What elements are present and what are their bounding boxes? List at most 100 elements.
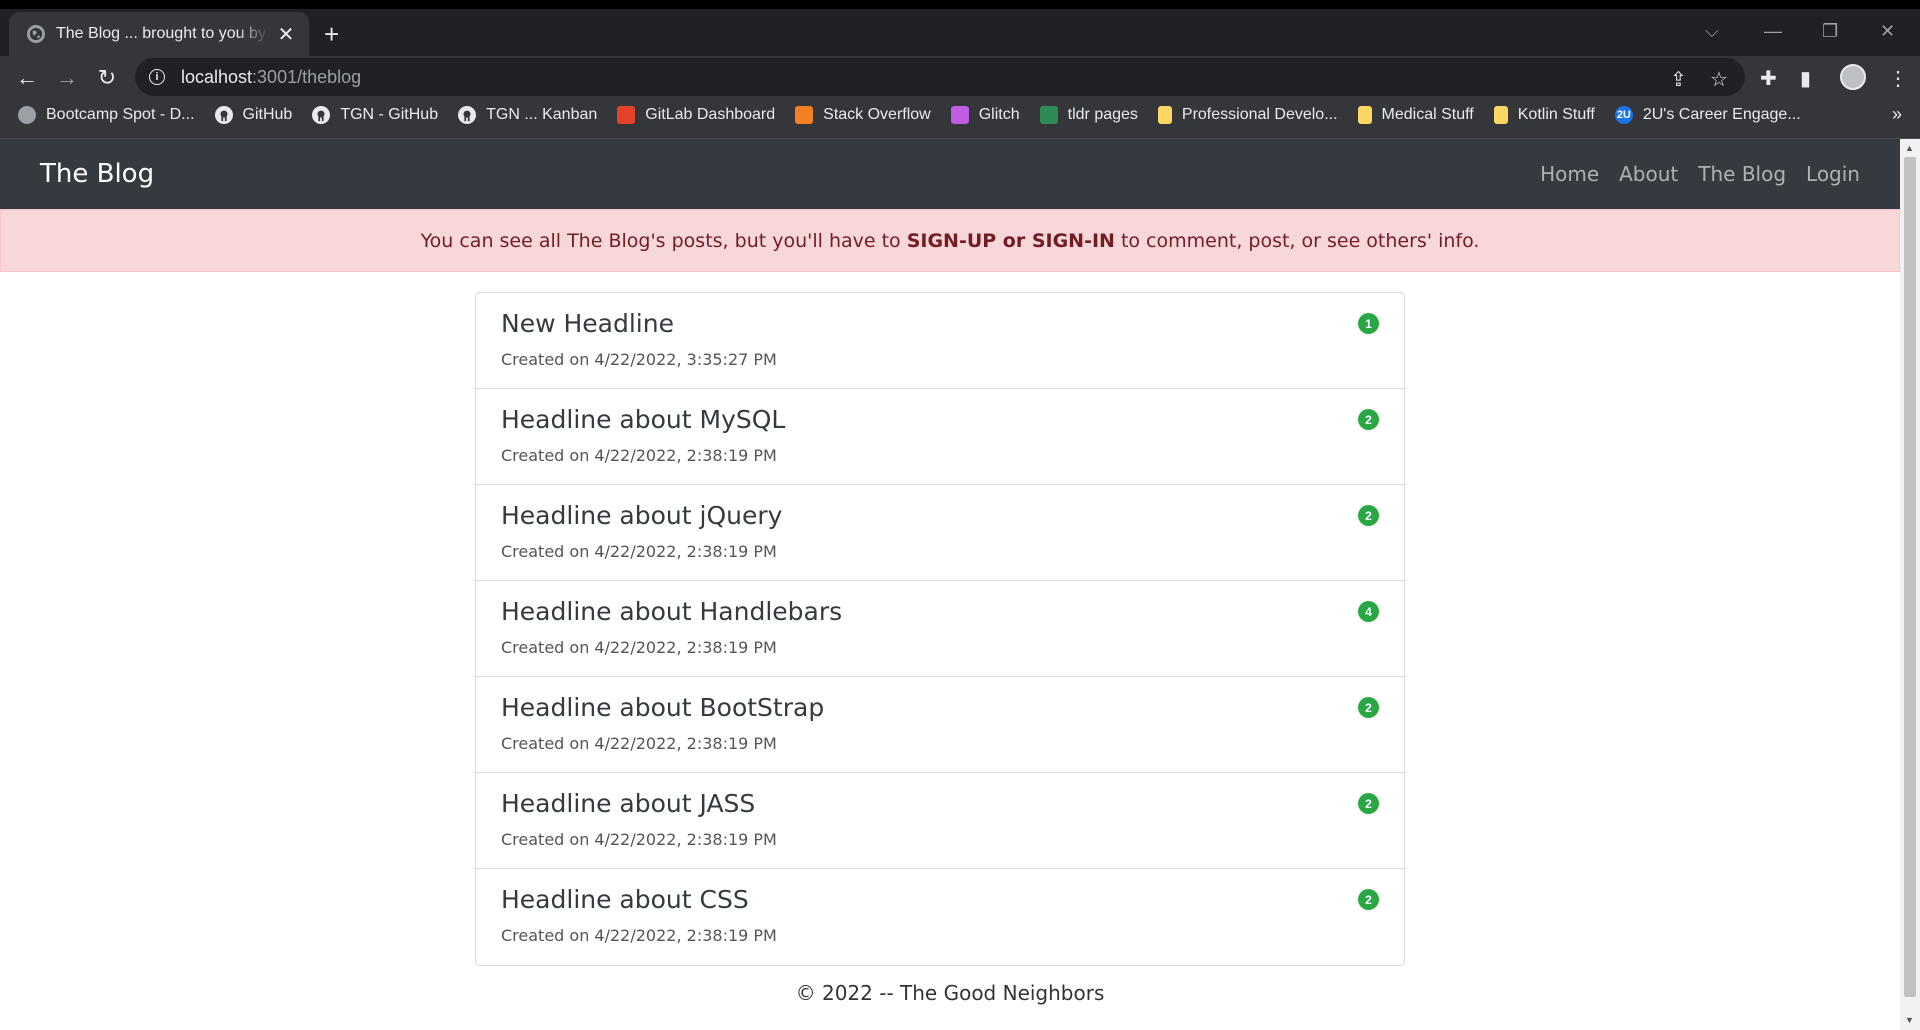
post-headline[interactable]: Headline about Handlebars: [501, 597, 1379, 626]
signin-alert: You can see all The Blog's posts, but yo…: [0, 209, 1900, 272]
nav-about-link[interactable]: About: [1619, 162, 1678, 186]
comment-count-badge: 4: [1358, 601, 1379, 622]
bookmark-item[interactable]: TGN ... Kanban: [458, 106, 597, 124]
bookmark-label: Stack Overflow: [823, 106, 931, 123]
nav-login-link[interactable]: Login: [1806, 162, 1860, 186]
back-icon[interactable]: ←: [13, 64, 41, 92]
brand-link[interactable]: The Blog: [40, 159, 154, 189]
site-navbar: The Blog Home About The Blog Login: [0, 139, 1900, 209]
side-panel-icon[interactable]: ▮: [1800, 66, 1811, 91]
post-created-date: Created on 4/22/2022, 2:38:19 PM: [501, 734, 777, 753]
terminal-icon: [1039, 106, 1058, 124]
folder-icon: [1157, 106, 1172, 124]
post-list-item[interactable]: Headline about JASS Created on 4/22/2022,…: [476, 773, 1404, 869]
bookmark-item[interactable]: Glitch: [950, 106, 1020, 124]
browser-tab-strip: The Blog ... brought to you by the Good …: [0, 9, 1920, 56]
stackoverflow-icon: [795, 106, 814, 124]
browser-toolbar: ← → ↻ i localhost:3001/theblog ⇪ ☆ ✚ ▮ ⋮: [0, 56, 1920, 100]
browser-tab[interactable]: The Blog ... brought to you by the Good …: [9, 12, 309, 56]
bookmark-label: TGN - GitHub: [340, 106, 439, 123]
bookmark-label: Glitch: [978, 106, 1020, 123]
bookmark-label: 2U's Career Engage...: [1642, 106, 1801, 123]
scrollbar[interactable]: ▲ ▼: [1900, 139, 1920, 1030]
alert-text-before: You can see all The Blog's posts, but yo…: [420, 229, 901, 252]
post-created-date: Created on 4/22/2022, 2:38:19 PM: [501, 830, 777, 849]
bookmark-item[interactable]: Medical Stuff: [1357, 106, 1474, 124]
comment-count-badge: 2: [1358, 505, 1379, 526]
comment-count-badge: 2: [1358, 409, 1379, 430]
comment-count-badge: 1: [1358, 313, 1379, 334]
site-info-icon[interactable]: i: [149, 69, 165, 85]
post-headline[interactable]: Headline about JASS: [501, 789, 1379, 818]
bookmark-item[interactable]: Professional Develo...: [1157, 106, 1338, 124]
avatar[interactable]: [1840, 64, 1866, 90]
bookmark-label: Medical Stuff: [1381, 106, 1474, 123]
bookmark-item[interactable]: GitHub: [214, 106, 292, 124]
post-list-item[interactable]: Headline about jQuery Created on 4/22/202…: [476, 485, 1404, 581]
new-tab-icon[interactable]: +: [324, 21, 339, 47]
tab-title: The Blog ... brought to you by the Good …: [56, 25, 269, 42]
bookmark-item[interactable]: Stack Overflow: [795, 106, 931, 124]
reload-icon[interactable]: ↻: [93, 64, 121, 92]
post-list-item[interactable]: Headline about CSS Created on 4/22/2022, …: [476, 869, 1404, 965]
scrollbar-thumb[interactable]: [1904, 157, 1916, 997]
bookmarks-bar: Bootcamp Spot - D... GitHub TGN - GitHub TG…: [0, 100, 1920, 130]
post-created-date: Created on 4/22/2022, 2:38:19 PM: [501, 446, 777, 465]
alert-text-after: to comment, post, or see others' info.: [1120, 229, 1480, 252]
alert-text-bold: SIGN-UP or SIGN-IN: [906, 229, 1115, 252]
glitch-icon: [950, 106, 969, 124]
post-headline[interactable]: New Headline: [501, 309, 1379, 338]
tab-close-icon[interactable]: ✕: [275, 22, 297, 47]
bookmark-label: tldr pages: [1067, 106, 1138, 123]
nav-links: Home About The Blog Login: [1520, 162, 1860, 186]
extensions-icon[interactable]: ✚: [1760, 66, 1777, 91]
url-path: :3001/theblog: [252, 66, 362, 87]
post-list-item[interactable]: Headline about Handlebars Created on 4/22…: [476, 581, 1404, 677]
bookmark-label: TGN ... Kanban: [486, 106, 598, 123]
bookmark-star-icon[interactable]: ☆: [1710, 67, 1728, 92]
post-headline[interactable]: Headline about MySQL: [501, 405, 1379, 434]
post-list-item[interactable]: Headline about MySQL Created on 4/22/2022…: [476, 389, 1404, 485]
screen-top-edge: [0, 0, 1920, 9]
nav-home-link[interactable]: Home: [1540, 162, 1599, 186]
comment-count-badge: 2: [1358, 697, 1379, 718]
page-footer: © 2022 -- The Good Neighbors: [795, 981, 1105, 1005]
2u-icon: 2U: [1614, 106, 1633, 124]
toolbar-divider: [0, 130, 1920, 139]
post-headline[interactable]: Headline about jQuery: [501, 501, 1379, 530]
bookmark-label: Kotlin Stuff: [1517, 106, 1595, 123]
post-headline[interactable]: Headline about CSS: [501, 885, 1379, 914]
scroll-down-icon[interactable]: ▼: [1905, 1015, 1914, 1025]
tab-search-icon[interactable]: ⌵: [1705, 21, 1719, 42]
post-list-item[interactable]: New Headline Created on 4/22/2022, 3:35:2…: [476, 293, 1404, 389]
comment-count-badge: 2: [1358, 793, 1379, 814]
bookmark-item[interactable]: Kotlin Stuff: [1493, 106, 1595, 124]
more-bookmarks-icon[interactable]: »: [1892, 104, 1902, 125]
globe-icon: [27, 25, 45, 43]
bookmark-item[interactable]: Bootcamp Spot - D...: [18, 106, 195, 124]
forward-icon[interactable]: →: [53, 64, 81, 92]
post-created-date: Created on 4/22/2022, 3:35:27 PM: [501, 350, 777, 369]
nav-theblog-link[interactable]: The Blog: [1698, 162, 1786, 186]
bookmark-item[interactable]: TGN - GitHub: [312, 106, 438, 124]
bookmark-item[interactable]: tldr pages: [1039, 106, 1138, 124]
restore-icon[interactable]: ❐: [1822, 21, 1838, 42]
github-icon: [214, 106, 233, 124]
post-created-date: Created on 4/22/2022, 2:38:19 PM: [501, 542, 777, 561]
github-icon: [312, 106, 331, 124]
gitlab-icon: [617, 106, 636, 124]
minimize-icon[interactable]: —: [1764, 21, 1782, 42]
share-icon[interactable]: ⇪: [1670, 67, 1687, 92]
bookmark-item[interactable]: 2U 2U's Career Engage...: [1614, 106, 1801, 124]
post-created-date: Created on 4/22/2022, 2:38:19 PM: [501, 638, 777, 657]
scroll-up-icon[interactable]: ▲: [1905, 143, 1914, 153]
menu-kebab-icon[interactable]: ⋮: [1888, 66, 1908, 91]
post-headline[interactable]: Headline about BootStrap: [501, 693, 1379, 722]
address-bar[interactable]: i localhost:3001/theblog ⇪ ☆: [135, 58, 1745, 96]
post-created-date: Created on 4/22/2022, 2:38:19 PM: [501, 926, 777, 945]
post-list-item[interactable]: Headline about BootStrap Created on 4/22/…: [476, 677, 1404, 773]
bookmark-item[interactable]: GitLab Dashboard: [617, 106, 775, 124]
globe-icon: [18, 106, 36, 124]
close-window-icon[interactable]: ✕: [1880, 21, 1895, 42]
folder-icon: [1357, 106, 1372, 124]
